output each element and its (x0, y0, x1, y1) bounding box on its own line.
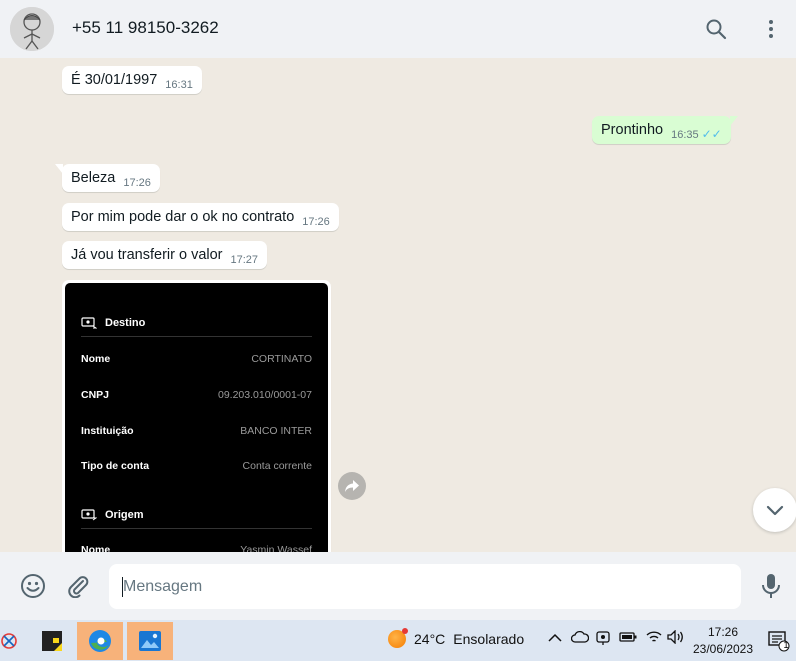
text-cursor (122, 577, 123, 597)
system-clock[interactable]: 17:26 23/06/2023 (690, 624, 756, 658)
clock-date: 23/06/2023 (692, 642, 754, 656)
volume-icon[interactable] (667, 629, 685, 647)
search-icon[interactable] (703, 16, 729, 42)
emoji-icon[interactable] (19, 572, 47, 600)
message-time: 17:27 (230, 254, 259, 266)
chevron-up-icon[interactable] (548, 630, 562, 646)
message-text: Prontinho (601, 122, 664, 138)
message-text: É 30/01/1997 (71, 72, 158, 88)
photos-app-icon[interactable] (127, 622, 173, 660)
receipt-key: Instituição (81, 425, 134, 437)
battery-icon[interactable] (619, 630, 637, 646)
message-time: 16:35 (671, 129, 699, 141)
contact-avatar[interactable] (10, 7, 54, 51)
receipt-row: Nome Yasmin Wassef (81, 544, 312, 552)
bank-icon (81, 317, 97, 329)
receipt-key: Nome (81, 544, 111, 552)
sun-icon (388, 628, 408, 648)
read-ticks-icon: ✓✓ (701, 127, 722, 141)
sticky-notes-icon[interactable] (29, 622, 75, 660)
receipt-value: Yasmin Wassef (240, 544, 312, 552)
receipt-key: Nome (81, 353, 111, 365)
receipt-row: Instituição BANCO INTER (81, 425, 312, 437)
image-message[interactable]: Destino Nome CORTINATO CNPJ 09.203.010/0… (62, 280, 331, 552)
weather-widget[interactable]: 24°C Ensolarado (388, 628, 525, 648)
message-time: 17:26 (123, 177, 151, 189)
microphone-icon[interactable] (757, 572, 785, 600)
message-composer (0, 552, 796, 620)
divider (81, 528, 312, 529)
message-bubble[interactable]: Por mim pode dar o ok no contrato 17:26 (62, 203, 339, 231)
temperature: 24°C (414, 631, 446, 647)
message-bubble[interactable]: É 30/01/1997 16:31 (62, 66, 202, 94)
receipt-row: Nome CORTINATO (81, 353, 312, 365)
receipt-destino-header: Destino (81, 317, 145, 329)
receipt-value: Conta corrente (242, 460, 312, 472)
message-text: Por mim pode dar o ok no contrato (71, 209, 295, 225)
taskbar-app-icon[interactable] (0, 622, 32, 660)
message-text: Já vou transferir o valor (71, 247, 223, 263)
edge-browser-icon[interactable] (77, 622, 123, 660)
wifi-icon[interactable] (645, 630, 663, 647)
message-time: 17:26 (302, 216, 330, 228)
receipt-value: 09.203.010/0001-07 (217, 389, 312, 401)
notification-count: 1 (783, 640, 789, 650)
os-taskbar: 24°C Ensolarado 17:26 23/06/2023 1 (0, 620, 796, 661)
receipt-row: CNPJ 09.203.010/0001-07 (81, 389, 312, 401)
chevron-down-icon (766, 505, 784, 516)
attach-icon[interactable] (64, 572, 92, 600)
divider (81, 336, 312, 337)
receipt-row: Tipo de conta Conta corrente (81, 460, 312, 472)
receipt-image[interactable]: Destino Nome CORTINATO CNPJ 09.203.010/0… (65, 283, 328, 552)
message-text: Beleza (71, 170, 116, 186)
forward-icon[interactable] (338, 472, 366, 500)
onedrive-cloud-icon[interactable] (570, 630, 590, 646)
bank-upload-icon (81, 509, 97, 521)
receipt-key: Tipo de conta (81, 460, 150, 472)
message-input[interactable] (109, 564, 741, 609)
meet-now-icon[interactable] (596, 630, 610, 649)
message-bubble[interactable]: Já vou transferir o valor 17:27 (62, 241, 268, 269)
receipt-destino-label: Destino (105, 317, 146, 329)
bubble-tail (55, 164, 63, 174)
message-time: 16:31 (165, 79, 193, 91)
receipt-origem-header: Origem (81, 509, 144, 521)
contact-name[interactable]: +55 11 98150-3262 (72, 18, 219, 38)
message-list[interactable]: É 30/01/1997 16:31 Prontinho 16:35 ✓✓ Belez… (0, 58, 796, 552)
message-bubble-outgoing[interactable]: Prontinho 16:35 ✓✓ (592, 116, 738, 144)
chat-header: +55 11 98150-3262 (0, 0, 796, 58)
receipt-value: CORTINATO (251, 353, 312, 365)
clock-time: 17:26 (707, 625, 739, 639)
receipt-origem-label: Origem (105, 509, 144, 521)
message-bubble[interactable]: Beleza 17:26 (55, 164, 160, 192)
scroll-to-bottom-button[interactable] (753, 488, 796, 532)
notification-center-icon[interactable]: 1 (768, 630, 790, 652)
receipt-key: CNPJ (81, 389, 110, 401)
weather-condition: Ensolarado (453, 631, 525, 647)
menu-dots-icon[interactable] (758, 16, 784, 42)
bubble-tail (729, 116, 738, 126)
receipt-value: BANCO INTER (240, 425, 312, 437)
